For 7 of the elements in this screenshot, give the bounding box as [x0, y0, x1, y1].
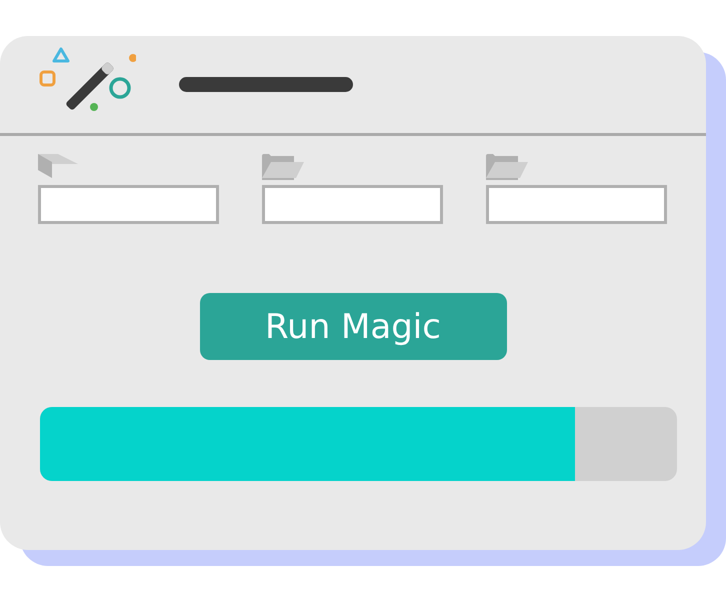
input-field[interactable]	[486, 185, 667, 224]
input-field[interactable]	[38, 185, 219, 224]
run-magic-button[interactable]: Run Magic	[200, 293, 506, 360]
folder-icon	[486, 154, 528, 180]
input-field[interactable]	[262, 185, 443, 224]
flag-icon	[38, 154, 80, 180]
folder-icon	[262, 154, 304, 180]
